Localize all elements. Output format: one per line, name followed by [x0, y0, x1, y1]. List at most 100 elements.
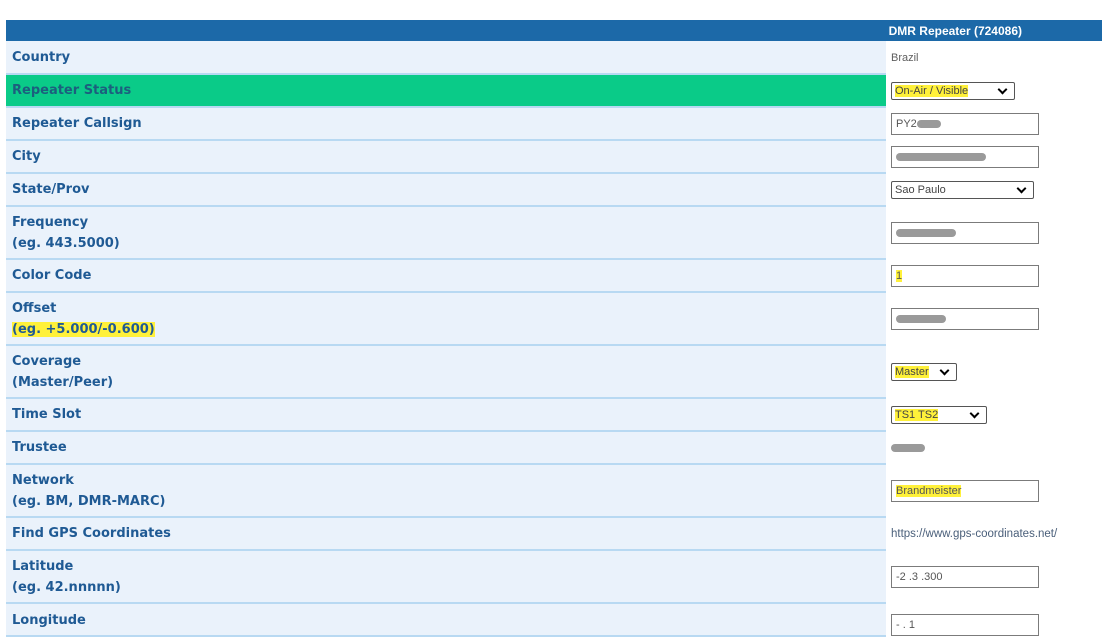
- state-label-text: State/Prov: [12, 182, 90, 197]
- time-slot-value-cell: TS1 TS2: [886, 398, 1102, 431]
- color-code-label-text: Color Code: [12, 268, 92, 283]
- row-city: City: [6, 140, 1102, 174]
- redaction-blur: [916, 119, 941, 128]
- frequency-label-text: Frequency: [12, 214, 89, 230]
- chevron-down-icon: [1015, 185, 1029, 195]
- callsign-value-cell: PY2: [886, 107, 1102, 140]
- network-label-text: Network: [12, 472, 74, 488]
- city-value-cell: [886, 140, 1102, 173]
- time-slot-label: Time Slot: [6, 398, 886, 432]
- status-select[interactable]: On-Air / Visible: [891, 81, 1015, 100]
- longitude-label: Longitude: [6, 603, 886, 637]
- network-label: Network (eg. BM, DMR-MARC): [6, 464, 886, 518]
- time-slot-select[interactable]: TS1 TS2: [891, 405, 987, 424]
- network-input[interactable]: Brandmeister: [891, 479, 1039, 502]
- frequency-value-cell: [886, 206, 1102, 259]
- repeater-table: Country Brazil Repeater Status On-Air / …: [6, 41, 1102, 637]
- row-callsign: Repeater Callsign PY2: [6, 107, 1102, 141]
- chevron-down-icon: [968, 410, 982, 420]
- gps-label: Find GPS Coordinates: [6, 517, 886, 551]
- row-latitude: Latitude (eg. 42.nnnnn) -2 .3 .300: [6, 550, 1102, 604]
- status-label: Repeater Status: [6, 74, 886, 108]
- row-color-code: Color Code 1: [6, 259, 1102, 293]
- coverage-value-cell: Master: [886, 345, 1102, 398]
- latitude-value-cell: -2 .3 .300: [886, 550, 1102, 603]
- longitude-label-text: Longitude: [12, 613, 86, 628]
- latitude-value: -2 .3 .300: [896, 570, 943, 583]
- network-value: Brandmeister: [896, 484, 962, 497]
- row-frequency: Frequency (eg. 443.5000): [6, 206, 1102, 260]
- longitude-value: - . 1: [896, 619, 915, 631]
- gps-value-cell: https://www.gps-coordinates.net/: [886, 517, 1102, 550]
- callsign-value: PY2: [896, 117, 917, 130]
- row-state: State/Prov Sao Paulo: [6, 173, 1102, 207]
- color-code-label: Color Code: [6, 259, 886, 293]
- row-coverage: Coverage (Master/Peer) Master: [6, 345, 1102, 399]
- status-selected: On-Air / Visible: [895, 84, 969, 97]
- row-longitude: Longitude - . 1: [6, 603, 1102, 637]
- latitude-label-text: Latitude: [12, 558, 74, 574]
- coverage-label-text: Coverage: [12, 353, 82, 369]
- city-label: City: [6, 140, 886, 174]
- country-label: Country: [6, 41, 886, 75]
- frequency-hint: (eg. 443.5000): [12, 235, 120, 251]
- repeater-form: DMR Repeater (724086) Country Brazil Rep…: [6, 20, 1102, 637]
- state-label: State/Prov: [6, 173, 886, 207]
- chevron-down-icon: [996, 86, 1010, 96]
- country-value: Brazil: [891, 51, 919, 64]
- offset-input[interactable]: [891, 307, 1039, 330]
- row-trustee: Trustee: [6, 431, 1102, 465]
- longitude-input[interactable]: - . 1: [891, 614, 1039, 636]
- color-code-input[interactable]: 1: [891, 264, 1039, 287]
- time-slot-label-text: Time Slot: [12, 407, 82, 422]
- network-hint: (eg. BM, DMR-MARC): [12, 493, 166, 509]
- row-offset: Offset (eg. +5.000/-0.600): [6, 292, 1102, 346]
- city-label-text: City: [12, 149, 41, 164]
- status-label-text: Repeater Status: [12, 83, 132, 98]
- row-network: Network (eg. BM, DMR-MARC) Brandmeister: [6, 464, 1102, 518]
- offset-label: Offset (eg. +5.000/-0.600): [6, 292, 886, 346]
- redaction-blur: [896, 152, 986, 161]
- latitude-label: Latitude (eg. 42.nnnnn): [6, 550, 886, 604]
- form-title: DMR Repeater (724086): [888, 23, 1022, 38]
- gps-label-text: Find GPS Coordinates: [12, 526, 171, 541]
- state-selected: Sao Paulo: [895, 183, 946, 196]
- latitude-hint: (eg. 42.nnnnn): [12, 579, 121, 595]
- time-slot-selected: TS1 TS2: [895, 408, 939, 421]
- latitude-input[interactable]: -2 .3 .300: [891, 565, 1039, 588]
- city-input[interactable]: [891, 145, 1039, 168]
- callsign-input[interactable]: PY2: [891, 112, 1039, 135]
- offset-value-cell: [886, 292, 1102, 345]
- coverage-select[interactable]: Master: [891, 362, 957, 381]
- gps-link[interactable]: https://www.gps-coordinates.net/: [891, 528, 1057, 540]
- trustee-label: Trustee: [6, 431, 886, 465]
- redaction-blur: [896, 314, 946, 323]
- offset-hint: (eg. +5.000/-0.600): [12, 321, 155, 337]
- row-time-slot: Time Slot TS1 TS2: [6, 398, 1102, 432]
- redaction-blur: [896, 228, 956, 237]
- coverage-label: Coverage (Master/Peer): [6, 345, 886, 399]
- trustee-value-cell: [886, 431, 1102, 464]
- callsign-label: Repeater Callsign: [6, 107, 886, 141]
- country-label-text: Country: [12, 49, 71, 65]
- color-code-value: 1: [896, 269, 903, 282]
- row-gps: Find GPS Coordinates https://www.gps-coo…: [6, 517, 1102, 551]
- longitude-value-cell: - . 1: [886, 603, 1102, 636]
- status-value-cell: On-Air / Visible: [886, 74, 1102, 107]
- chevron-down-icon: [938, 367, 952, 377]
- state-value-cell: Sao Paulo: [886, 173, 1102, 206]
- country-value-cell: Brazil: [886, 41, 1102, 74]
- trustee-label-text: Trustee: [12, 440, 67, 455]
- network-value-cell: Brandmeister: [886, 464, 1102, 517]
- form-header: DMR Repeater (724086): [6, 20, 1102, 41]
- row-status: Repeater Status On-Air / Visible: [6, 74, 1102, 108]
- frequency-input[interactable]: [891, 221, 1039, 244]
- color-code-value-cell: 1: [886, 259, 1102, 292]
- coverage-hint: (Master/Peer): [12, 374, 114, 390]
- callsign-label-text: Repeater Callsign: [12, 116, 142, 131]
- row-country: Country Brazil: [6, 41, 1102, 75]
- state-select[interactable]: Sao Paulo: [891, 180, 1034, 199]
- coverage-selected: Master: [895, 365, 929, 378]
- offset-label-text: Offset: [12, 300, 57, 316]
- redaction-blur: [891, 443, 925, 452]
